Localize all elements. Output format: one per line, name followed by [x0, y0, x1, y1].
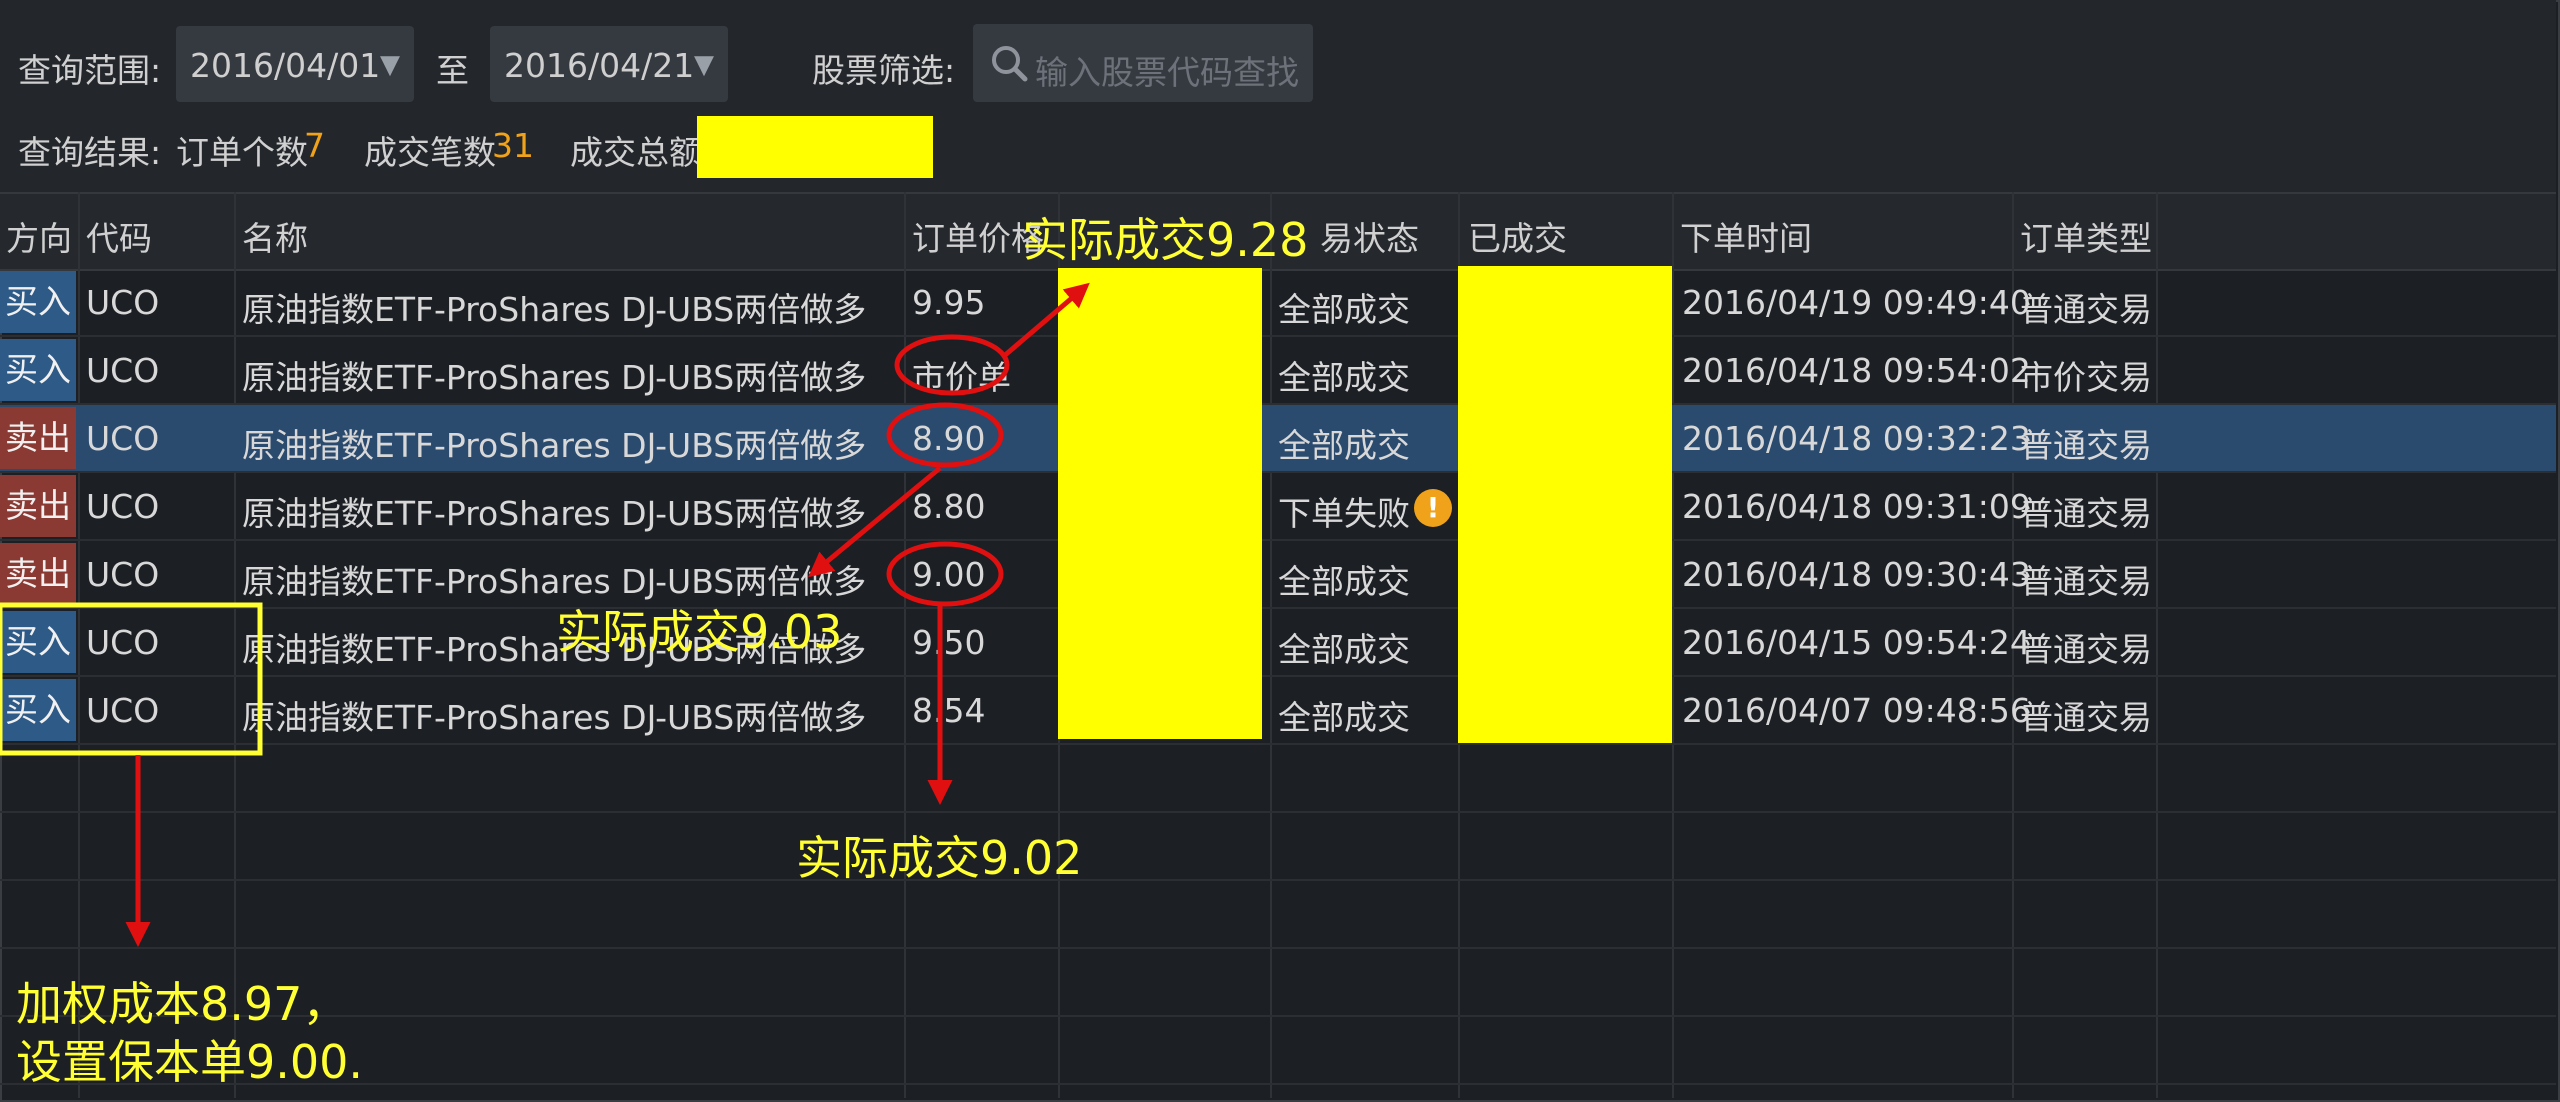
annotation-actual-903: 实际成交9.03: [556, 605, 843, 659]
annotation-arrow: [1002, 282, 1090, 358]
annotation-actual-902: 实际成交9.02: [796, 831, 1083, 885]
annotation-cost-line2: 设置保本单9.00.: [16, 1035, 364, 1089]
annotation-overlay: [0, 282, 1090, 947]
highlight-box: [0, 602, 263, 756]
highlight-circle: [886, 402, 1004, 468]
annotation-arrow: [808, 466, 942, 578]
highlight-circle: [886, 541, 1004, 607]
highlight-circle: [894, 334, 1010, 396]
annotation-actual-928: 实际成交9.28: [1022, 213, 1309, 267]
annotation-cost-line1: 加权成本8.97，: [16, 977, 349, 1031]
